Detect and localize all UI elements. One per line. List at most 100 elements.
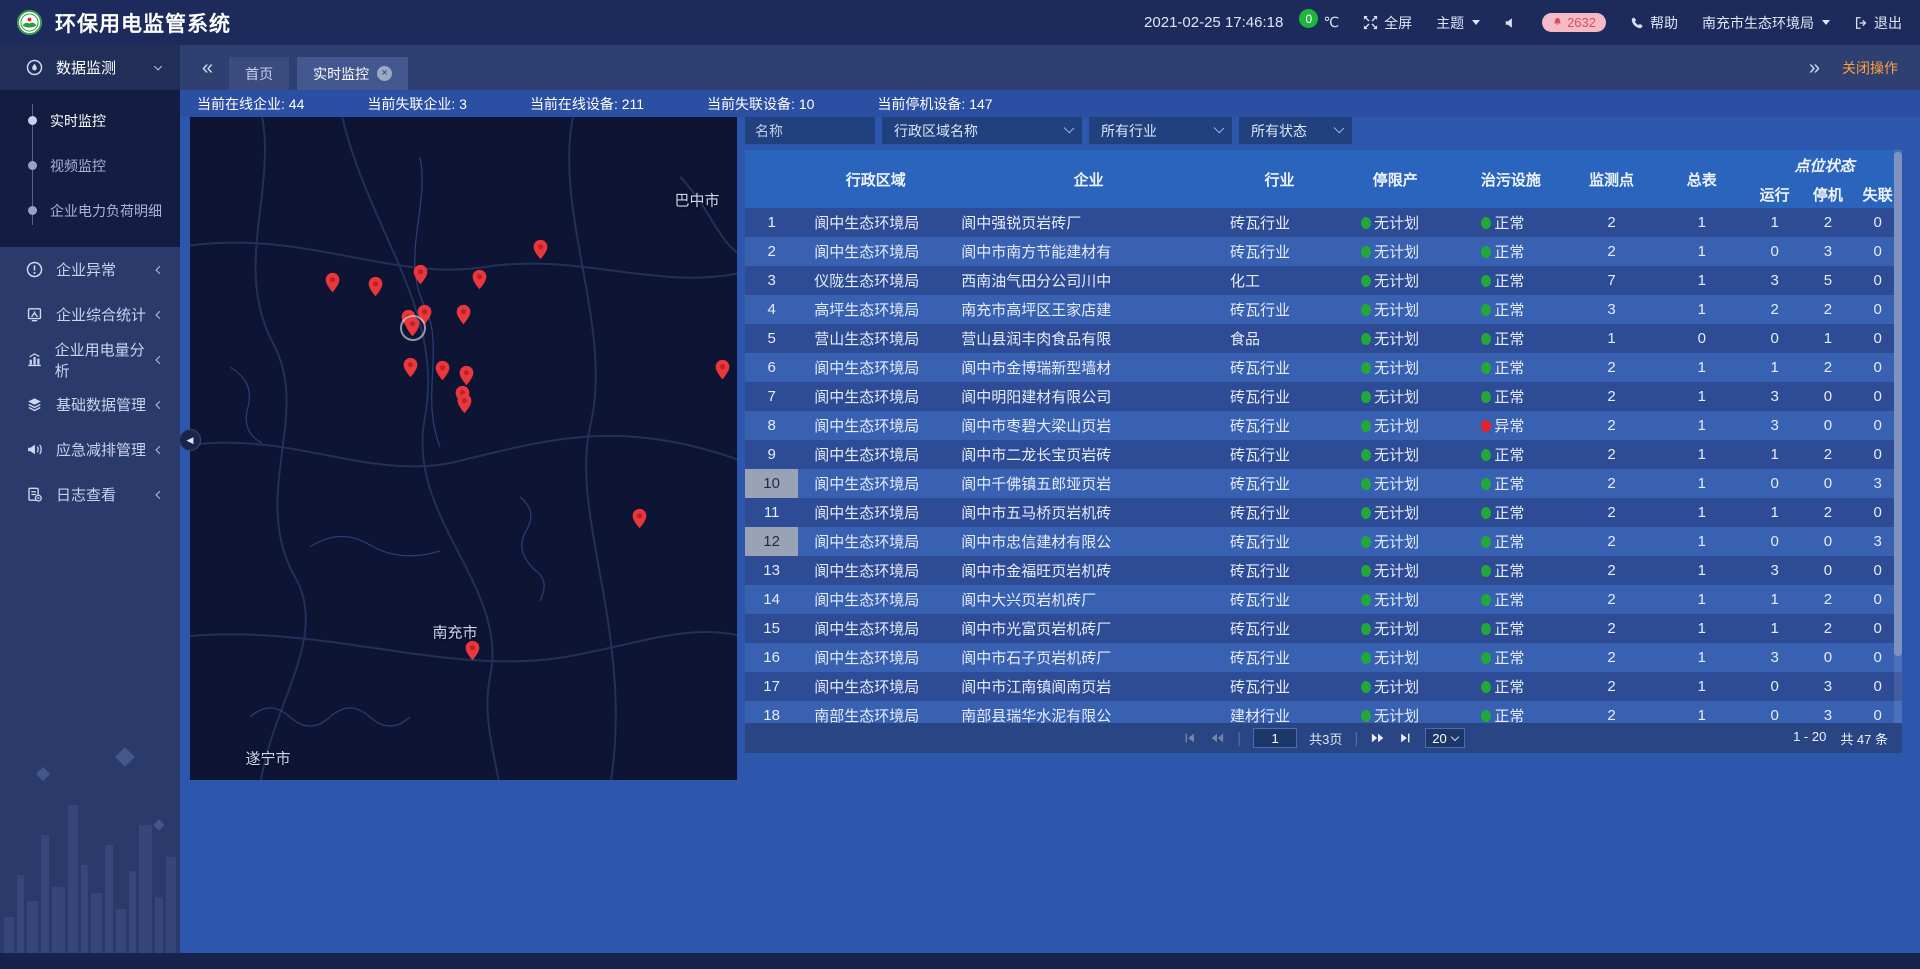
sidebar-item-3[interactable]: 企业用电量分析 bbox=[0, 337, 180, 382]
map-pin-3[interactable] bbox=[472, 269, 487, 290]
table-row-6[interactable]: 6阆中生态环境局阆中市金博瑞新型墙材砖瓦行业无计划正常21120 bbox=[745, 353, 1902, 382]
table-row-3[interactable]: 3仪陇生态环境局西南油气田分公司川中化工无计划正常71350 bbox=[745, 266, 1902, 295]
map[interactable]: ◀ 巴中市南充市遂宁市 bbox=[190, 117, 737, 780]
table-row-9[interactable]: 9阆中生态环境局阆中市二龙长宝页岩砖砖瓦行业无计划正常21120 bbox=[745, 440, 1902, 469]
map-pin-9[interactable] bbox=[403, 357, 418, 378]
status-dot bbox=[1361, 565, 1371, 577]
cell-company: 阆中市光富页岩机砖厂 bbox=[953, 614, 1224, 643]
tabs-container: 首页实时监控× bbox=[221, 57, 408, 90]
logout-button[interactable]: 退出 bbox=[1854, 13, 1902, 33]
map-pin-13[interactable] bbox=[457, 393, 472, 414]
table-row-15[interactable]: 15阆中生态环境局阆中市光富页岩机砖厂砖瓦行业无计划正常21120 bbox=[745, 614, 1902, 643]
status-select[interactable]: 所有状态 bbox=[1239, 117, 1352, 144]
row-number: 16 bbox=[745, 643, 798, 672]
page-size-select[interactable]: 20 bbox=[1425, 728, 1464, 748]
map-pin-2[interactable] bbox=[413, 264, 428, 285]
org-dropdown[interactable]: 南充市生态环境局 bbox=[1702, 13, 1830, 33]
cell-stopped: 5 bbox=[1802, 266, 1853, 295]
sidebar-item-4[interactable]: 基础数据管理 bbox=[0, 382, 180, 427]
table-row-8[interactable]: 8阆中生态环境局阆中市枣碧大梁山页岩砖瓦行业无计划异常21300 bbox=[745, 411, 1902, 440]
tabs-scroll-left-button[interactable]: « bbox=[194, 58, 221, 78]
sidebar-submenu: 实时监控视频监控企业电力负荷明细 bbox=[0, 90, 180, 247]
cell-running: 3 bbox=[1747, 411, 1803, 440]
enterprise-panel: 行政区域名称 所有行业 所有状态 bbox=[745, 117, 1902, 790]
next-page-button[interactable] bbox=[1370, 731, 1386, 745]
tab-close-icon[interactable]: × bbox=[377, 66, 392, 81]
tabs-scroll-right-button[interactable]: » bbox=[1801, 58, 1828, 78]
status-dot bbox=[1361, 333, 1371, 345]
building-silhouette bbox=[81, 865, 88, 953]
scrollbar-thumb[interactable] bbox=[1894, 152, 1902, 656]
sidebar-subitem-0-2[interactable]: 企业电力负荷明细 bbox=[0, 188, 180, 233]
industry-select[interactable]: 所有行业 bbox=[1089, 117, 1232, 144]
col-point-status-group: 点位状态 bbox=[1747, 150, 1902, 180]
status-dot bbox=[1481, 710, 1491, 722]
status-dot bbox=[1481, 507, 1491, 519]
datetime: 2021-02-25 17:46:18 bbox=[1144, 14, 1283, 31]
map-pin-10[interactable] bbox=[435, 360, 450, 381]
cell-limit-status: 无计划 bbox=[1374, 679, 1419, 696]
sidebar-item-6[interactable]: 日志查看 bbox=[0, 472, 180, 517]
sidebar-subitem-0-0[interactable]: 实时监控 bbox=[0, 98, 180, 143]
sidebar-item-0[interactable]: 数据监测 bbox=[0, 45, 180, 90]
table-row-1[interactable]: 1阆中生态环境局阆中强锐页岩砖厂砖瓦行业无计划正常21120 bbox=[745, 208, 1902, 237]
header-actions: 2021-02-25 17:46:18 0 ℃ 全屏 主题 bbox=[1144, 13, 1902, 33]
table-row-7[interactable]: 7阆中生态环境局阆中明阳建材有限公司砖瓦行业无计划正常21300 bbox=[745, 382, 1902, 411]
status-dot bbox=[1361, 681, 1371, 693]
map-pin-4[interactable] bbox=[533, 239, 548, 260]
table-row-10[interactable]: 10阆中生态环境局阆中千佛镇五郎垭页岩砖瓦行业无计划正常21003 bbox=[745, 469, 1902, 498]
status-dot bbox=[1481, 681, 1491, 693]
map-pin-14[interactable] bbox=[715, 359, 730, 380]
sidebar-item-5[interactable]: 应急减排管理 bbox=[0, 427, 180, 472]
map-pin-16[interactable] bbox=[465, 640, 480, 661]
sidebar-item-2[interactable]: 企业综合统计 bbox=[0, 292, 180, 337]
tab-1[interactable]: 实时监控× bbox=[297, 57, 408, 90]
close-operations-dropdown[interactable]: 关闭操作 bbox=[1842, 58, 1898, 78]
cell-company: 南部县瑞华水泥有限公 bbox=[953, 701, 1224, 723]
table-row-14[interactable]: 14阆中生态环境局阆中大兴页岩机砖厂砖瓦行业无计划正常21120 bbox=[745, 585, 1902, 614]
cell-stopped: 2 bbox=[1802, 498, 1853, 527]
table-row-12[interactable]: 12阆中生态环境局阆中市忠信建材有限公砖瓦行业无计划正常21003 bbox=[745, 527, 1902, 556]
cell-running: 3 bbox=[1747, 643, 1803, 672]
sidebar-subitem-0-1[interactable]: 视频监控 bbox=[0, 143, 180, 188]
cell-stopped: 0 bbox=[1802, 527, 1853, 556]
fullscreen-button[interactable]: 全屏 bbox=[1363, 13, 1412, 33]
tab-0[interactable]: 首页 bbox=[229, 57, 289, 90]
first-page-button[interactable] bbox=[1182, 731, 1197, 745]
name-search-input[interactable] bbox=[745, 117, 875, 144]
enterprise-table: 行政区域 企业 行业 停限产 治污设施 监测点 总表 点位状态 运行 bbox=[745, 150, 1902, 723]
sidebar-item-1[interactable]: 企业异常 bbox=[0, 247, 180, 292]
map-pin-1[interactable] bbox=[368, 276, 383, 297]
mute-button[interactable] bbox=[1504, 16, 1518, 30]
col-limit: 停限产 bbox=[1335, 150, 1455, 208]
cell-company: 阆中市江南镇阆南页岩 bbox=[953, 672, 1224, 701]
map-pin-15[interactable] bbox=[632, 508, 647, 529]
map-pin-11[interactable] bbox=[459, 365, 474, 386]
table-row-4[interactable]: 4高坪生态环境局南充市高坪区王家店建砖瓦行业无计划正常31220 bbox=[745, 295, 1902, 324]
table-scrollbar[interactable] bbox=[1894, 150, 1902, 723]
cell-limit-status: 无计划 bbox=[1374, 389, 1419, 406]
theme-dropdown[interactable]: 主题 bbox=[1436, 13, 1480, 33]
table-row-18[interactable]: 18南部生态环境局南部县瑞华水泥有限公建材行业无计划正常21030 bbox=[745, 701, 1902, 723]
table-row-16[interactable]: 16阆中生态环境局阆中市石子页岩机砖厂砖瓦行业无计划正常21300 bbox=[745, 643, 1902, 672]
alarm-count-badge[interactable]: 2632 bbox=[1542, 13, 1606, 32]
table-row-13[interactable]: 13阆中生态环境局阆中市金福旺页岩机砖砖瓦行业无计划正常21300 bbox=[745, 556, 1902, 585]
cell-industry: 砖瓦行业 bbox=[1224, 585, 1335, 614]
help-button[interactable]: 帮助 bbox=[1630, 13, 1678, 33]
table-row-5[interactable]: 5营山生态环境局营山县润丰肉食品有限食品无计划正常10010 bbox=[745, 324, 1902, 353]
pagination-bar: | 共3页 | 20 1 - 20 共 47 条 bbox=[745, 723, 1902, 753]
page-number-input[interactable] bbox=[1253, 728, 1297, 748]
megaphone-icon bbox=[26, 441, 45, 458]
last-page-button[interactable] bbox=[1398, 731, 1413, 745]
table-row-11[interactable]: 11阆中生态环境局阆中市五马桥页岩机砖砖瓦行业无计划正常21120 bbox=[745, 498, 1902, 527]
map-collapse-button[interactable]: ◀ bbox=[180, 429, 201, 451]
map-pin-0[interactable] bbox=[325, 272, 340, 293]
cell-limit-status: 无计划 bbox=[1374, 244, 1419, 261]
region-select[interactable]: 行政区域名称 bbox=[882, 117, 1082, 144]
map-pin-8[interactable] bbox=[456, 304, 471, 325]
prev-page-button[interactable] bbox=[1209, 731, 1225, 745]
row-number: 4 bbox=[745, 295, 798, 324]
table-row-17[interactable]: 17阆中生态环境局阆中市江南镇阆南页岩砖瓦行业无计划正常21030 bbox=[745, 672, 1902, 701]
cell-stopped: 0 bbox=[1802, 411, 1853, 440]
table-row-2[interactable]: 2阆中生态环境局阆中市南方节能建材有砖瓦行业无计划正常21030 bbox=[745, 237, 1902, 266]
